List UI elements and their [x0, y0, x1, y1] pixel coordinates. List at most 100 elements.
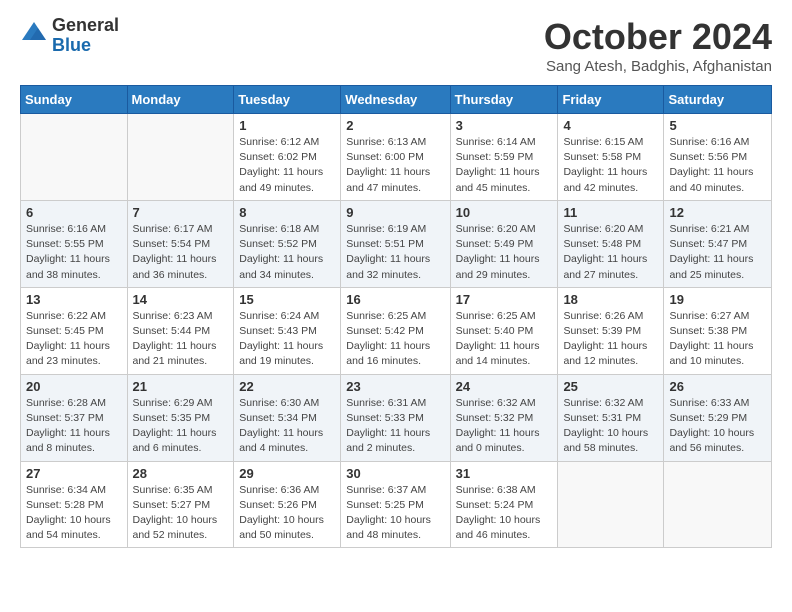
- day-number: 22: [239, 379, 335, 394]
- day-info: Sunrise: 6:25 AM Sunset: 5:42 PM Dayligh…: [346, 309, 444, 370]
- day-number: 18: [563, 292, 658, 307]
- day-info: Sunrise: 6:32 AM Sunset: 5:32 PM Dayligh…: [456, 396, 553, 457]
- day-info: Sunrise: 6:16 AM Sunset: 5:56 PM Dayligh…: [669, 135, 766, 196]
- day-number: 16: [346, 292, 444, 307]
- logo-blue-text: Blue: [52, 36, 119, 56]
- header-wednesday: Wednesday: [341, 86, 450, 114]
- day-number: 11: [563, 205, 658, 220]
- calendar-cell: 24 Sunrise: 6:32 AM Sunset: 5:32 PM Dayli…: [450, 374, 558, 461]
- day-info: Sunrise: 6:35 AM Sunset: 5:27 PM Dayligh…: [133, 483, 229, 544]
- day-number: 13: [26, 292, 122, 307]
- calendar-cell: 19 Sunrise: 6:27 AM Sunset: 5:38 PM Dayli…: [664, 287, 772, 374]
- day-number: 8: [239, 205, 335, 220]
- day-number: 30: [346, 466, 444, 481]
- title-area: October 2024 Sang Atesh, Badghis, Afghan…: [544, 16, 772, 75]
- calendar-cell: 26 Sunrise: 6:33 AM Sunset: 5:29 PM Dayli…: [664, 374, 772, 461]
- calendar-cell: 6 Sunrise: 6:16 AM Sunset: 5:55 PM Daylig…: [21, 200, 128, 287]
- day-number: 29: [239, 466, 335, 481]
- day-info: Sunrise: 6:19 AM Sunset: 5:51 PM Dayligh…: [346, 222, 444, 283]
- calendar-cell: 28 Sunrise: 6:35 AM Sunset: 5:27 PM Dayli…: [127, 461, 234, 548]
- day-number: 4: [563, 118, 658, 133]
- calendar-cell: 14 Sunrise: 6:23 AM Sunset: 5:44 PM Dayli…: [127, 287, 234, 374]
- calendar-cell: [664, 461, 772, 548]
- day-info: Sunrise: 6:36 AM Sunset: 5:26 PM Dayligh…: [239, 483, 335, 544]
- header-saturday: Saturday: [664, 86, 772, 114]
- day-info: Sunrise: 6:29 AM Sunset: 5:35 PM Dayligh…: [133, 396, 229, 457]
- day-number: 31: [456, 466, 553, 481]
- day-number: 6: [26, 205, 122, 220]
- week-row-4: 20 Sunrise: 6:28 AM Sunset: 5:37 PM Dayli…: [21, 374, 772, 461]
- calendar-cell: 18Sunrise: 6:26 AM Sunset: 5:39 PM Dayli…: [558, 287, 664, 374]
- day-number: 9: [346, 205, 444, 220]
- day-info: Sunrise: 6:27 AM Sunset: 5:38 PM Dayligh…: [669, 309, 766, 370]
- day-number: 3: [456, 118, 553, 133]
- day-info: Sunrise: 6:38 AM Sunset: 5:24 PM Dayligh…: [456, 483, 553, 544]
- day-number: 17: [456, 292, 553, 307]
- calendar-cell: 22Sunrise: 6:30 AM Sunset: 5:34 PM Dayli…: [234, 374, 341, 461]
- day-info: Sunrise: 6:25 AM Sunset: 5:40 PM Dayligh…: [456, 309, 553, 370]
- day-number: 10: [456, 205, 553, 220]
- day-info: Sunrise: 6:23 AM Sunset: 5:44 PM Dayligh…: [133, 309, 229, 370]
- week-row-3: 13 Sunrise: 6:22 AM Sunset: 5:45 PM Dayli…: [21, 287, 772, 374]
- day-number: 28: [133, 466, 229, 481]
- calendar-page: General Blue October 2024 Sang Atesh, Ba…: [0, 0, 792, 564]
- day-number: 7: [133, 205, 229, 220]
- day-info: Sunrise: 6:34 AM Sunset: 5:28 PM Dayligh…: [26, 483, 122, 544]
- day-number: 21: [133, 379, 229, 394]
- header-thursday: Thursday: [450, 86, 558, 114]
- calendar-cell: 8Sunrise: 6:18 AM Sunset: 5:52 PM Daylig…: [234, 200, 341, 287]
- calendar-cell: [21, 114, 128, 201]
- day-info: Sunrise: 6:33 AM Sunset: 5:29 PM Dayligh…: [669, 396, 766, 457]
- calendar-cell: 15Sunrise: 6:24 AM Sunset: 5:43 PM Dayli…: [234, 287, 341, 374]
- day-info: Sunrise: 6:20 AM Sunset: 5:49 PM Dayligh…: [456, 222, 553, 283]
- day-number: 20: [26, 379, 122, 394]
- calendar-cell: 7 Sunrise: 6:17 AM Sunset: 5:54 PM Daylig…: [127, 200, 234, 287]
- week-row-1: 1 Sunrise: 6:12 AM Sunset: 6:02 PM Daylig…: [21, 114, 772, 201]
- day-info: Sunrise: 6:32 AM Sunset: 5:31 PM Dayligh…: [563, 396, 658, 457]
- month-title: October 2024: [544, 16, 772, 58]
- day-number: 15: [239, 292, 335, 307]
- calendar-cell: [127, 114, 234, 201]
- logo: General Blue: [20, 16, 119, 56]
- day-number: 24: [456, 379, 553, 394]
- day-number: 2: [346, 118, 444, 133]
- day-info: Sunrise: 6:31 AM Sunset: 5:33 PM Dayligh…: [346, 396, 444, 457]
- header-sunday: Sunday: [21, 86, 128, 114]
- day-info: Sunrise: 6:16 AM Sunset: 5:55 PM Dayligh…: [26, 222, 122, 283]
- calendar-cell: 13 Sunrise: 6:22 AM Sunset: 5:45 PM Dayli…: [21, 287, 128, 374]
- day-number: 26: [669, 379, 766, 394]
- day-info: Sunrise: 6:14 AM Sunset: 5:59 PM Dayligh…: [456, 135, 553, 196]
- day-number: 12: [669, 205, 766, 220]
- day-number: 19: [669, 292, 766, 307]
- calendar-cell: 25Sunrise: 6:32 AM Sunset: 5:31 PM Dayli…: [558, 374, 664, 461]
- logo-icon: [20, 20, 48, 48]
- calendar-cell: 23Sunrise: 6:31 AM Sunset: 5:33 PM Dayli…: [341, 374, 450, 461]
- day-info: Sunrise: 6:20 AM Sunset: 5:48 PM Dayligh…: [563, 222, 658, 283]
- day-number: 27: [26, 466, 122, 481]
- day-number: 5: [669, 118, 766, 133]
- calendar-cell: 29 Sunrise: 6:36 AM Sunset: 5:26 PM Dayli…: [234, 461, 341, 548]
- day-info: Sunrise: 6:28 AM Sunset: 5:37 PM Dayligh…: [26, 396, 122, 457]
- calendar-cell: 11 Sunrise: 6:20 AM Sunset: 5:48 PM Dayli…: [558, 200, 664, 287]
- location: Sang Atesh, Badghis, Afghanistan: [544, 58, 772, 75]
- calendar-table: Sunday Monday Tuesday Wednesday Thursday…: [20, 85, 772, 548]
- calendar-cell: 16 Sunrise: 6:25 AM Sunset: 5:42 PM Dayli…: [341, 287, 450, 374]
- calendar-cell: 10 Sunrise: 6:20 AM Sunset: 5:49 PM Dayli…: [450, 200, 558, 287]
- day-number: 1: [239, 118, 335, 133]
- header-monday: Monday: [127, 86, 234, 114]
- calendar-cell: 31 Sunrise: 6:38 AM Sunset: 5:24 PM Dayli…: [450, 461, 558, 548]
- header: General Blue October 2024 Sang Atesh, Ba…: [20, 16, 772, 75]
- calendar-cell: [558, 461, 664, 548]
- calendar-cell: 9 Sunrise: 6:19 AM Sunset: 5:51 PM Daylig…: [341, 200, 450, 287]
- day-info: Sunrise: 6:17 AM Sunset: 5:54 PM Dayligh…: [133, 222, 229, 283]
- day-info: Sunrise: 6:15 AM Sunset: 5:58 PM Dayligh…: [563, 135, 658, 196]
- calendar-cell: 1 Sunrise: 6:12 AM Sunset: 6:02 PM Daylig…: [234, 114, 341, 201]
- logo-text: General Blue: [52, 16, 119, 56]
- header-friday: Friday: [558, 86, 664, 114]
- day-info: Sunrise: 6:12 AM Sunset: 6:02 PM Dayligh…: [239, 135, 335, 196]
- header-tuesday: Tuesday: [234, 86, 341, 114]
- day-info: Sunrise: 6:22 AM Sunset: 5:45 PM Dayligh…: [26, 309, 122, 370]
- header-row: Sunday Monday Tuesday Wednesday Thursday…: [21, 86, 772, 114]
- calendar-cell: 20 Sunrise: 6:28 AM Sunset: 5:37 PM Dayli…: [21, 374, 128, 461]
- day-number: 14: [133, 292, 229, 307]
